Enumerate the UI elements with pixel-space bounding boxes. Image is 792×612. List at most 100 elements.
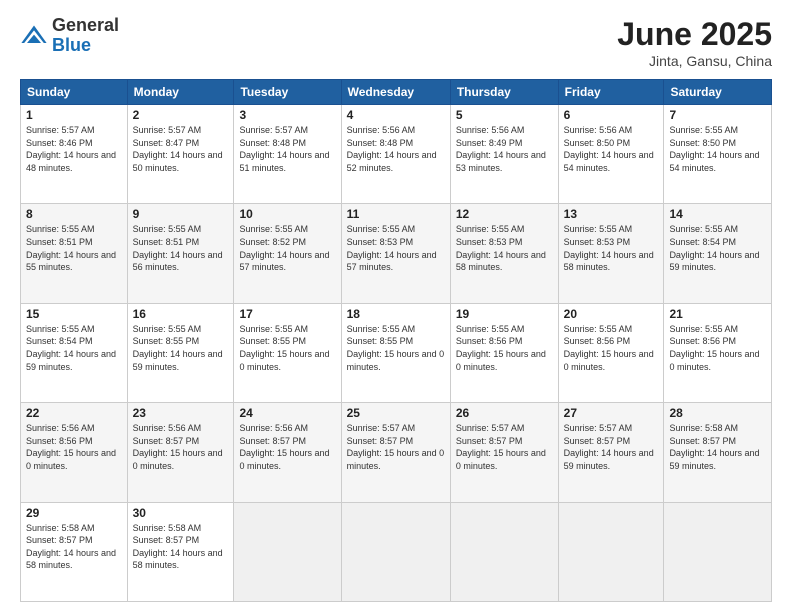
day-info: Sunrise: 5:56 AM Sunset: 8:57 PM Dayligh… [239, 422, 335, 472]
calendar-cell [234, 502, 341, 601]
calendar-week-5: 29 Sunrise: 5:58 AM Sunset: 8:57 PM Dayli… [21, 502, 772, 601]
calendar-cell: 19 Sunrise: 5:55 AM Sunset: 8:56 PM Dayli… [450, 303, 558, 402]
calendar-cell: 12Sunrise: 5:55 AM Sunset: 8:53 PM Dayli… [450, 204, 558, 303]
day-info: Sunrise: 5:57 AM Sunset: 8:46 PM Dayligh… [26, 124, 122, 174]
day-info: Sunrise: 5:55 AM Sunset: 8:56 PM Dayligh… [564, 323, 659, 373]
day-info: Sunrise: 5:55 AM Sunset: 8:56 PM Dayligh… [456, 323, 553, 373]
calendar-cell: 6Sunrise: 5:56 AM Sunset: 8:50 PM Daylig… [558, 105, 664, 204]
day-info: Sunrise: 5:57 AM Sunset: 8:57 PM Dayligh… [456, 422, 553, 472]
day-info: Sunrise: 5:58 AM Sunset: 8:57 PM Dayligh… [26, 522, 122, 572]
calendar-week-1: 1 Sunrise: 5:57 AM Sunset: 8:46 PM Daylig… [21, 105, 772, 204]
day-number: 21 [669, 307, 766, 321]
logo-blue: Blue [52, 36, 119, 56]
calendar-cell [450, 502, 558, 601]
day-number: 29 [26, 506, 122, 520]
day-number: 16 [133, 307, 229, 321]
day-number: 25 [347, 406, 445, 420]
day-number: 7 [669, 108, 766, 122]
calendar-cell: 1 Sunrise: 5:57 AM Sunset: 8:46 PM Daylig… [21, 105, 128, 204]
calendar-cell: 8 Sunrise: 5:55 AM Sunset: 8:51 PM Daylig… [21, 204, 128, 303]
col-monday: Monday [127, 80, 234, 105]
calendar-cell: 3 Sunrise: 5:57 AM Sunset: 8:48 PM Daylig… [234, 105, 341, 204]
day-info: Sunrise: 5:55 AM Sunset: 8:52 PM Dayligh… [239, 223, 335, 273]
day-number: 15 [26, 307, 122, 321]
location: Jinta, Gansu, China [617, 53, 772, 69]
calendar-cell: 11 Sunrise: 5:55 AM Sunset: 8:53 PM Dayli… [341, 204, 450, 303]
calendar-cell: 25 Sunrise: 5:57 AM Sunset: 8:57 PM Dayli… [341, 403, 450, 502]
day-number: 1 [26, 108, 122, 122]
day-number: 8 [26, 207, 122, 221]
calendar-cell: 16Sunrise: 5:55 AM Sunset: 8:55 PM Dayli… [127, 303, 234, 402]
day-info: Sunrise: 5:57 AM Sunset: 8:57 PM Dayligh… [347, 422, 445, 472]
day-number: 4 [347, 108, 445, 122]
col-wednesday: Wednesday [341, 80, 450, 105]
calendar-cell [341, 502, 450, 601]
col-thursday: Thursday [450, 80, 558, 105]
day-info: Sunrise: 5:55 AM Sunset: 8:53 PM Dayligh… [564, 223, 659, 273]
day-info: Sunrise: 5:56 AM Sunset: 8:48 PM Dayligh… [347, 124, 445, 174]
day-number: 6 [564, 108, 659, 122]
logo-general: General [52, 16, 119, 36]
calendar-cell: 28Sunrise: 5:58 AM Sunset: 8:57 PM Dayli… [664, 403, 772, 502]
day-info: Sunrise: 5:58 AM Sunset: 8:57 PM Dayligh… [669, 422, 766, 472]
title-area: June 2025 Jinta, Gansu, China [617, 16, 772, 69]
calendar-cell: 22Sunrise: 5:56 AM Sunset: 8:56 PM Dayli… [21, 403, 128, 502]
day-number: 5 [456, 108, 553, 122]
day-number: 9 [133, 207, 229, 221]
day-info: Sunrise: 5:55 AM Sunset: 8:54 PM Dayligh… [669, 223, 766, 273]
day-number: 20 [564, 307, 659, 321]
calendar-cell: 2 Sunrise: 5:57 AM Sunset: 8:47 PM Daylig… [127, 105, 234, 204]
day-number: 26 [456, 406, 553, 420]
day-info: Sunrise: 5:55 AM Sunset: 8:56 PM Dayligh… [669, 323, 766, 373]
day-info: Sunrise: 5:55 AM Sunset: 8:54 PM Dayligh… [26, 323, 122, 373]
col-saturday: Saturday [664, 80, 772, 105]
calendar-cell: 24 Sunrise: 5:56 AM Sunset: 8:57 PM Dayli… [234, 403, 341, 502]
calendar-cell: 4 Sunrise: 5:56 AM Sunset: 8:48 PM Daylig… [341, 105, 450, 204]
calendar-week-4: 22Sunrise: 5:56 AM Sunset: 8:56 PM Dayli… [21, 403, 772, 502]
day-number: 12 [456, 207, 553, 221]
day-info: Sunrise: 5:55 AM Sunset: 8:53 PM Dayligh… [347, 223, 445, 273]
calendar-cell [558, 502, 664, 601]
calendar-cell: 27 Sunrise: 5:57 AM Sunset: 8:57 PM Dayli… [558, 403, 664, 502]
calendar-cell: 21 Sunrise: 5:55 AM Sunset: 8:56 PM Dayli… [664, 303, 772, 402]
day-number: 10 [239, 207, 335, 221]
day-info: Sunrise: 5:55 AM Sunset: 8:51 PM Dayligh… [26, 223, 122, 273]
day-number: 3 [239, 108, 335, 122]
day-number: 14 [669, 207, 766, 221]
calendar-week-3: 15 Sunrise: 5:55 AM Sunset: 8:54 PM Dayli… [21, 303, 772, 402]
day-info: Sunrise: 5:57 AM Sunset: 8:48 PM Dayligh… [239, 124, 335, 174]
day-number: 27 [564, 406, 659, 420]
header: General Blue June 2025 Jinta, Gansu, Chi… [20, 16, 772, 69]
day-number: 18 [347, 307, 445, 321]
col-friday: Friday [558, 80, 664, 105]
calendar-cell: 18 Sunrise: 5:55 AM Sunset: 8:55 PM Dayli… [341, 303, 450, 402]
logo-text: General Blue [52, 16, 119, 56]
day-number: 24 [239, 406, 335, 420]
col-tuesday: Tuesday [234, 80, 341, 105]
calendar-cell: 13 Sunrise: 5:55 AM Sunset: 8:53 PM Dayli… [558, 204, 664, 303]
col-sunday: Sunday [21, 80, 128, 105]
day-info: Sunrise: 5:55 AM Sunset: 8:55 PM Dayligh… [347, 323, 445, 373]
day-number: 11 [347, 207, 445, 221]
calendar-cell: 10 Sunrise: 5:55 AM Sunset: 8:52 PM Dayli… [234, 204, 341, 303]
day-number: 2 [133, 108, 229, 122]
day-info: Sunrise: 5:57 AM Sunset: 8:47 PM Dayligh… [133, 124, 229, 174]
day-info: Sunrise: 5:56 AM Sunset: 8:49 PM Dayligh… [456, 124, 553, 174]
calendar-table: Sunday Monday Tuesday Wednesday Thursday… [20, 79, 772, 602]
day-info: Sunrise: 5:56 AM Sunset: 8:57 PM Dayligh… [133, 422, 229, 472]
day-number: 13 [564, 207, 659, 221]
day-number: 19 [456, 307, 553, 321]
calendar-cell: 14 Sunrise: 5:55 AM Sunset: 8:54 PM Dayli… [664, 204, 772, 303]
calendar-cell: 17Sunrise: 5:55 AM Sunset: 8:55 PM Dayli… [234, 303, 341, 402]
logo: General Blue [20, 16, 119, 56]
calendar-cell: 23Sunrise: 5:56 AM Sunset: 8:57 PM Dayli… [127, 403, 234, 502]
calendar-cell: 9Sunrise: 5:55 AM Sunset: 8:51 PM Daylig… [127, 204, 234, 303]
calendar-week-2: 8 Sunrise: 5:55 AM Sunset: 8:51 PM Daylig… [21, 204, 772, 303]
day-info: Sunrise: 5:57 AM Sunset: 8:57 PM Dayligh… [564, 422, 659, 472]
calendar-cell: 20 Sunrise: 5:55 AM Sunset: 8:56 PM Dayli… [558, 303, 664, 402]
day-number: 22 [26, 406, 122, 420]
calendar-header-row: Sunday Monday Tuesday Wednesday Thursday… [21, 80, 772, 105]
calendar-cell: 5 Sunrise: 5:56 AM Sunset: 8:49 PM Daylig… [450, 105, 558, 204]
page: General Blue June 2025 Jinta, Gansu, Chi… [0, 0, 792, 612]
month-title: June 2025 [617, 16, 772, 53]
